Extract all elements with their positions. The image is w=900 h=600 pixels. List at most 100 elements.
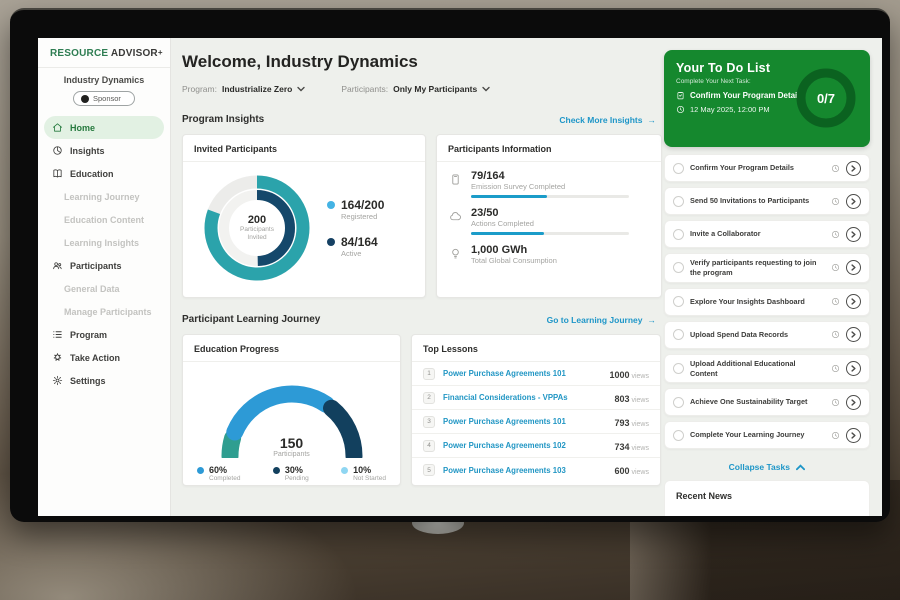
sidebar-item-label: Learning Insights (64, 238, 139, 248)
recent-news-card: Recent News (664, 480, 870, 516)
page-title: Welcome, Industry Dynamics (182, 52, 418, 72)
legend-active: 84/164 Active (327, 235, 384, 258)
sidebar-item-label: Participants (70, 261, 122, 271)
insights-icon (52, 145, 63, 156)
participants-dropdown[interactable]: Participants: Only My Participants (341, 84, 490, 94)
todo-label: Upload Spend Data Records (690, 330, 825, 340)
sidebar-item-general-data[interactable]: General Data (38, 277, 170, 300)
sidebar-item-label: Education (70, 169, 114, 179)
todo-item[interactable]: Confirm Your Program Details (664, 154, 870, 182)
home-icon (52, 122, 63, 133)
chevron-down-icon (297, 86, 305, 92)
sidebar-item-take-action[interactable]: Take Action (38, 346, 170, 369)
todo-open-button[interactable] (846, 395, 861, 410)
todo-open-button[interactable] (846, 428, 861, 443)
sidebar-item-label: Education Content (64, 215, 144, 225)
lesson-link[interactable]: Power Purchase Agreements 101 (443, 417, 606, 426)
sidebar-item-education-content[interactable]: Education Content (38, 208, 170, 231)
participants-value: Only My Participants (393, 84, 477, 94)
check-more-insights-link[interactable]: Check More Insights → (559, 115, 656, 125)
legend-dot (327, 238, 335, 246)
collapse-tasks-link[interactable]: Collapse Tasks (662, 462, 872, 472)
todo-open-button[interactable] (846, 227, 861, 242)
todo-checkbox[interactable] (673, 196, 684, 207)
clock-icon (831, 164, 840, 173)
program-label: Program: (182, 84, 217, 94)
lesson-link[interactable]: Power Purchase Agreements 101 (443, 369, 601, 378)
todo-checkbox[interactable] (673, 363, 684, 374)
card-title: Top Lessons (412, 335, 660, 362)
todo-open-button[interactable] (846, 294, 861, 309)
sidebar-item-label: Program (70, 330, 107, 340)
todo-label: Complete Your Learning Journey (690, 430, 825, 440)
chevron-up-icon (796, 464, 805, 471)
sidebar-item-insights[interactable]: Insights (38, 139, 170, 162)
section-title: Participant Learning Journey (182, 314, 320, 325)
lesson-rank: 1 (423, 368, 435, 380)
todo-open-button[interactable] (846, 260, 861, 275)
todo-checkbox[interactable] (673, 296, 684, 307)
education-legend: 60% Completed 30% Pending 10% Not Starte… (183, 458, 400, 482)
sidebar-item-learning-insights[interactable]: Learning Insights (38, 231, 170, 254)
todo-item[interactable]: Send 50 Invitations to Participants (664, 187, 870, 215)
todo-item[interactable]: Invite a Collaborator (664, 220, 870, 248)
lesson-views: 803 (614, 394, 629, 404)
todo-open-button[interactable] (846, 327, 861, 342)
stat-value: 23/50 (471, 207, 649, 219)
due-date-label: 12 May 2025, 12:00 PM (690, 105, 770, 114)
sidebar-item-learning-journey[interactable]: Learning Journey (38, 185, 170, 208)
sidebar-item-education[interactable]: Education (38, 162, 170, 185)
todo-item[interactable]: Complete Your Learning Journey (664, 421, 870, 449)
recent-news-title: Recent News (676, 491, 858, 501)
invited-participants-card: Invited Participants 200 Partic (182, 134, 426, 298)
todo-open-button[interactable] (846, 361, 861, 376)
todo-item[interactable]: Upload Spend Data Records (664, 321, 870, 349)
legend-value: 84/164 (341, 235, 378, 249)
todo-open-button[interactable] (846, 161, 861, 176)
todo-checkbox[interactable] (673, 329, 684, 340)
todo-checkbox[interactable] (673, 430, 684, 441)
stat-consumption: 1,000 GWh Total Global Consumption (449, 244, 649, 269)
desk-background: RESOURCE ADVISOR+ Industry Dynamics Spon… (0, 0, 900, 600)
todo-item[interactable]: Verify participants requesting to join t… (664, 253, 870, 283)
todo-checkbox[interactable] (673, 163, 684, 174)
clipboard-icon (676, 91, 685, 100)
lesson-row: 1 Power Purchase Agreements 101 1000view… (412, 362, 660, 386)
todo-hero-card: Your To Do List Complete Your Next Task:… (664, 50, 870, 147)
sponsor-badge[interactable]: Sponsor (73, 91, 135, 106)
legend-label: Active (341, 249, 378, 258)
app-logo: RESOURCE ADVISOR+ (38, 38, 170, 67)
sidebar-item-home[interactable]: Home (44, 116, 164, 139)
education-progress-card: Education Progress 150 Participants 60% … (182, 334, 401, 486)
clock-icon (676, 105, 685, 114)
lesson-views: 793 (614, 418, 629, 428)
lesson-rank: 2 (423, 392, 435, 404)
lesson-link[interactable]: Power Purchase Agreements 103 (443, 466, 606, 475)
todo-label: Achieve One Sustainability Target (690, 397, 825, 407)
sidebar-item-program[interactable]: Program (38, 323, 170, 346)
todo-checkbox[interactable] (673, 397, 684, 408)
sidebar-item-settings[interactable]: Settings (38, 369, 170, 392)
todo-checkbox[interactable] (673, 229, 684, 240)
lesson-link[interactable]: Financial Considerations - VPPAs (443, 393, 606, 402)
stat-actions: 23/50 Actions Completed (449, 207, 649, 235)
lesson-link[interactable]: Power Purchase Agreements 102 (443, 441, 606, 450)
todo-progress-value: 0/7 (792, 64, 860, 132)
sidebar-item-label: Take Action (70, 353, 120, 363)
lesson-row: 2 Financial Considerations - VPPAs 803vi… (412, 386, 660, 410)
todo-item[interactable]: Achieve One Sustainability Target (664, 388, 870, 416)
clock-icon (831, 263, 840, 272)
sidebar-item-participants[interactable]: Participants (38, 254, 170, 277)
sidebar-item-manage-participants[interactable]: Manage Participants (38, 300, 170, 323)
todo-item[interactable]: Upload Additional Educational Content (664, 354, 870, 384)
todo-item[interactable]: Explore Your Insights Dashboard (664, 288, 870, 316)
arrow-right-icon: → (648, 115, 657, 125)
todo-checkbox[interactable] (673, 262, 684, 273)
clock-icon (831, 398, 840, 407)
program-dropdown[interactable]: Program: Industrialize Zero (182, 84, 305, 94)
todo-open-button[interactable] (846, 194, 861, 209)
go-to-learning-journey-link[interactable]: Go to Learning Journey → (547, 315, 656, 325)
program-value: Industrialize Zero (222, 84, 292, 94)
views-label: views (631, 469, 649, 476)
org-name: Industry Dynamics (38, 75, 170, 85)
